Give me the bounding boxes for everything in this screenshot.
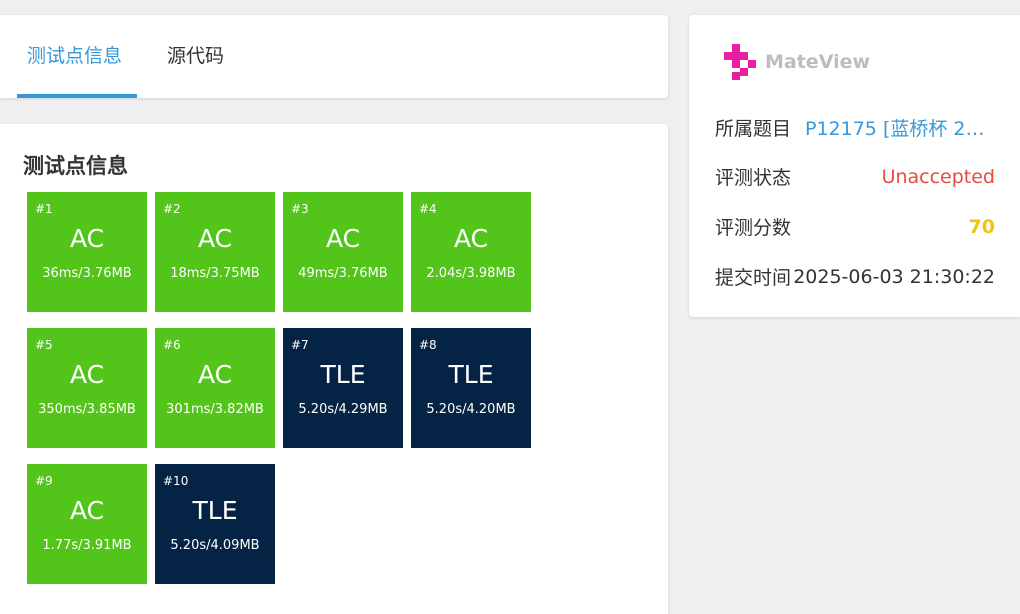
tab-source-code[interactable]: 源代码 — [167, 15, 224, 98]
testcase-number: #2 — [163, 202, 181, 216]
score-value: 70 — [968, 215, 995, 238]
testcase-number: #1 — [35, 202, 53, 216]
mateview-logo-icon — [724, 44, 756, 80]
testcase-number: #10 — [163, 474, 189, 488]
section-title: 测试点信息 — [23, 154, 128, 178]
testcase-status: AC — [197, 224, 233, 253]
tab-testcase-info[interactable]: 测试点信息 — [17, 15, 137, 98]
testcase-number: #8 — [419, 338, 437, 352]
testcase-time-memory: 301ms/3.82MB — [166, 402, 264, 417]
score-row: 评测分数 70 — [715, 213, 995, 240]
testcase-1[interactable]: #1 AC 36ms/3.76MB — [27, 192, 147, 312]
testcase-time-memory: 36ms/3.76MB — [42, 266, 132, 281]
testcase-8[interactable]: #8 TLE 5.20s/4.20MB — [411, 328, 531, 448]
testcase-status: AC — [197, 360, 233, 389]
testcase-number: #5 — [35, 338, 53, 352]
testcase-time-memory: 2.04s/3.98MB — [426, 266, 516, 281]
testcase-status: AC — [69, 496, 105, 525]
testcase-status: AC — [69, 360, 105, 389]
testcase-time-memory: 5.20s/4.29MB — [298, 402, 388, 417]
testcase-6[interactable]: #6 AC 301ms/3.82MB — [155, 328, 275, 448]
problem-row: 所属题目 P12175 [蓝桥杯 20... — [715, 114, 995, 141]
time-label: 提交时间 — [715, 267, 792, 289]
testcase-number: #3 — [291, 202, 309, 216]
time-row: 提交时间 2025-06-03 21:30:22 — [715, 263, 995, 290]
testcase-number: #9 — [35, 474, 53, 488]
status-value: Unaccepted — [881, 165, 995, 188]
testcase-status: AC — [453, 224, 489, 253]
status-row: 评测状态 Unaccepted — [715, 163, 995, 190]
testcase-5[interactable]: #5 AC 350ms/3.85MB — [27, 328, 147, 448]
score-label: 评测分数 — [715, 217, 792, 239]
problem-label: 所属题目 — [715, 118, 792, 140]
problem-link[interactable]: P12175 [蓝桥杯 20... — [805, 114, 995, 141]
testcase-9[interactable]: #9 AC 1.77s/3.91MB — [27, 464, 147, 584]
logo-text: MateView — [765, 51, 871, 73]
testcase-status: AC — [325, 224, 361, 253]
testcase-7[interactable]: #7 TLE 5.20s/4.29MB — [283, 328, 403, 448]
testcase-10[interactable]: #10 TLE 5.20s/4.09MB — [155, 464, 275, 584]
testcase-time-memory: 49ms/3.76MB — [298, 266, 388, 281]
testcase-time-memory: 5.20s/4.20MB — [426, 402, 516, 417]
time-value: 2025-06-03 21:30:22 — [793, 265, 995, 288]
tabs-card: 测试点信息 源代码 — [0, 15, 668, 98]
testcase-time-memory: 350ms/3.85MB — [38, 402, 136, 417]
testcase-time-memory: 18ms/3.75MB — [170, 266, 260, 281]
status-label: 评测状态 — [715, 167, 792, 189]
testcase-number: #6 — [163, 338, 181, 352]
testcase-status: AC — [69, 224, 105, 253]
testcase-4[interactable]: #4 AC 2.04s/3.98MB — [411, 192, 531, 312]
testcase-time-memory: 1.77s/3.91MB — [42, 538, 132, 553]
testcase-time-memory: 5.20s/4.09MB — [170, 538, 260, 553]
testcase-grid: #1 AC 36ms/3.76MB #2 AC 18ms/3.75MB #3 AC 49ms/3… — [27, 192, 547, 584]
testcase-number: #4 — [419, 202, 437, 216]
testcase-status: TLE — [448, 360, 494, 389]
testcase-number: #7 — [291, 338, 309, 352]
testcase-3[interactable]: #3 AC 49ms/3.76MB — [283, 192, 403, 312]
mateview-logo[interactable]: MateView — [724, 44, 870, 80]
testcase-status: TLE — [320, 360, 366, 389]
testcase-2[interactable]: #2 AC 18ms/3.75MB — [155, 192, 275, 312]
testcase-status: TLE — [192, 496, 238, 525]
